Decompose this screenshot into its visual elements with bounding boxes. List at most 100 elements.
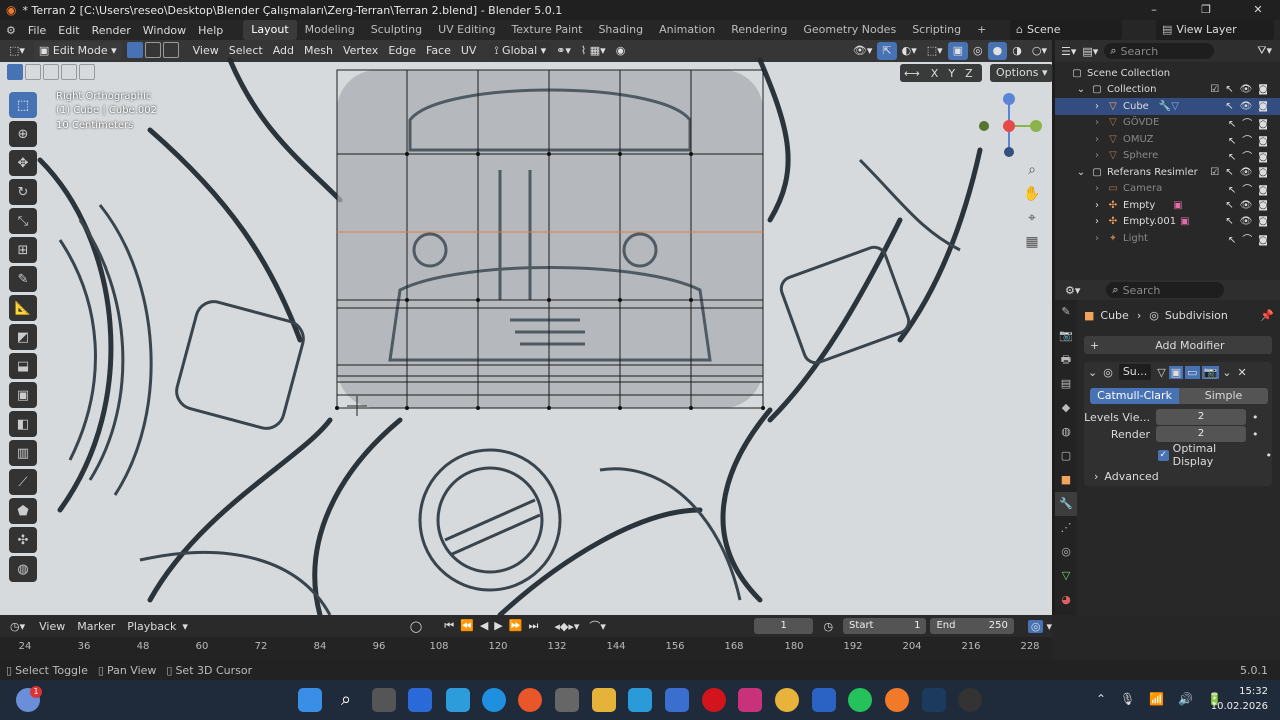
chevron-right-icon[interactable]: › (1091, 134, 1103, 145)
bevel-tool-icon[interactable]: ◧ (9, 411, 37, 437)
shading-solid-icon[interactable]: ● (987, 42, 1008, 60)
auto-keying-icon[interactable]: ◯ (410, 620, 422, 633)
properties-editor-icon[interactable]: ⚙▾ (1065, 284, 1080, 297)
current-frame-field[interactable]: 1 (753, 618, 814, 634)
collection-tab-icon[interactable]: ▢ (1055, 444, 1077, 468)
editor-type-icon[interactable]: ⬚▾ (4, 42, 30, 60)
chevron-right-icon[interactable]: › (1091, 200, 1103, 211)
tool-tab-icon[interactable]: ✎ (1055, 300, 1077, 324)
material-tab-icon[interactable]: ◕ (1055, 588, 1077, 612)
workspace-tab-uv-editing[interactable]: UV Editing (430, 20, 503, 40)
outliner-search-input[interactable]: ⌕ Search (1104, 43, 1215, 59)
menu-add[interactable]: Add (268, 42, 299, 60)
3d-viewport[interactable]: ⌕ ✋ ⌖ ▦ (0, 40, 1052, 615)
select-subtract-icon[interactable] (43, 64, 59, 80)
navigation-gizmo[interactable] (975, 90, 1045, 160)
snap-icon[interactable]: ⌇ ▦▾ (576, 42, 611, 60)
render-toggle-icon[interactable]: 📷 (1201, 365, 1220, 379)
row-visibility-icons[interactable]: ↖⌒◙ (1228, 231, 1274, 246)
end-frame-field[interactable]: End 250 (930, 618, 1014, 634)
browser-app-icon[interactable] (482, 688, 506, 712)
workspace-tab-scripting[interactable]: Scripting (904, 20, 969, 40)
select-intersect-icon[interactable] (79, 64, 95, 80)
github-app-icon[interactable] (958, 688, 982, 712)
workspace-tab-shading[interactable]: Shading (590, 20, 651, 40)
vertex-select-icon[interactable] (126, 41, 143, 58)
levels-viewport-field[interactable]: 2 (1156, 409, 1246, 425)
outliner-row-scene-collection[interactable]: ▢ Scene Collection (1055, 65, 1280, 82)
mail-app-icon[interactable] (812, 688, 836, 712)
jump-start-icon[interactable]: ⏮ (444, 619, 460, 632)
menu-render[interactable]: Render (86, 24, 137, 37)
workspace-tab-animation[interactable]: Animation (651, 20, 723, 40)
outliner-row-empty-001[interactable]: › ✣ Empty.001 ▣ ↖👁◙ (1055, 214, 1280, 231)
physics-tab-icon[interactable]: ◎ (1055, 540, 1077, 564)
start-button-icon[interactable] (298, 688, 322, 712)
pin-icon[interactable]: 📌 (1260, 309, 1274, 322)
visibility-icon[interactable]: 👁▾ (848, 42, 878, 60)
steam-app-icon[interactable] (922, 688, 946, 712)
scene-selector[interactable]: ⌂ Scene (1010, 20, 1122, 40)
keyframe-dot-icon[interactable]: • (1252, 411, 1259, 424)
pivot-point-icon[interactable]: ⚭▾ (551, 42, 576, 60)
workspace-tab-layout[interactable]: Layout (243, 20, 297, 40)
chevron-down-icon[interactable]: ⌄ (1075, 167, 1087, 178)
outliner-editor-icon[interactable]: ☰▾ (1061, 45, 1076, 58)
mesh-edit-overlay-icon[interactable]: ⬚▾ (922, 42, 948, 60)
modifier-name-field[interactable]: Su... (1118, 364, 1152, 380)
transform-tool-icon[interactable]: ⊞ (9, 237, 37, 263)
maximize-button[interactable]: ❐ (1188, 0, 1224, 20)
instagram-app-icon[interactable] (738, 688, 762, 712)
chevron-right-icon[interactable]: › (1091, 233, 1103, 244)
proportional-edit-icon[interactable]: ◉ (611, 42, 631, 60)
smooth-tool-icon[interactable]: ◍ (9, 556, 37, 582)
gizmo-toggle-icon[interactable]: ⇱ (877, 42, 897, 60)
poly-build-tool-icon[interactable]: ⬟ (9, 498, 37, 524)
overlay-toggle-icon[interactable]: ◐▾ (897, 42, 922, 60)
shading-material-icon[interactable]: ◑ (1007, 42, 1027, 60)
prev-keyframe-icon[interactable]: ⏪ (460, 619, 480, 632)
task-view-icon[interactable] (372, 688, 396, 712)
add-modifier-button[interactable]: + Add Modifier (1084, 336, 1272, 354)
viewport-toggle-icon[interactable]: ▭ (1185, 365, 1200, 379)
search-icon[interactable]: ⌕ (334, 688, 358, 712)
menu-edge[interactable]: Edge (383, 42, 421, 60)
menu-window[interactable]: Window (137, 24, 192, 37)
spin-tool-icon[interactable]: ✣ (9, 527, 37, 553)
timeline-menu-marker[interactable]: Marker (71, 620, 121, 633)
opera-app-icon[interactable] (702, 688, 726, 712)
pan-hand-icon[interactable]: ✋ (1022, 186, 1042, 210)
outliner-row-camera[interactable]: › ▭ Camera ↖⌒◙ (1055, 181, 1280, 198)
camera-view-icon[interactable]: ⌖ (1022, 210, 1042, 234)
inset-tool-icon[interactable]: ▣ (9, 382, 37, 408)
edge-app-icon[interactable] (446, 688, 470, 712)
jump-end-icon[interactable]: ⏭ (528, 619, 544, 632)
measure-tool-icon[interactable]: 📐 (9, 295, 37, 321)
edge-select-icon[interactable] (144, 41, 161, 58)
options-button[interactable]: Options ▾ (990, 64, 1054, 82)
transform-orientation-selector[interactable]: ⟟ Global ▾ (489, 42, 552, 60)
select-extend-icon[interactable] (25, 64, 41, 80)
object-tab-icon[interactable]: ■ (1055, 468, 1077, 492)
zoom-icon[interactable]: ⌕ (1022, 162, 1042, 186)
timeline-overlay-icon[interactable]: ◎ (1027, 619, 1044, 633)
world-tab-icon[interactable]: ◍ (1055, 420, 1077, 444)
xray-toggle-icon[interactable]: ▣ (947, 42, 969, 60)
select-invert-icon[interactable] (61, 64, 77, 80)
cursor-tool-icon[interactable]: ⊕ (9, 121, 37, 147)
keyframe-nav-icons[interactable]: ◂◆▸▾ (554, 620, 579, 633)
workspace-tab-sculpting[interactable]: Sculpting (363, 20, 430, 40)
menu-vertex[interactable]: Vertex (338, 42, 383, 60)
simple-option[interactable]: Simple (1179, 388, 1268, 404)
workspace-tab-modeling[interactable]: Modeling (297, 20, 363, 40)
mirror-y-toggle[interactable]: Y (948, 67, 955, 80)
menu-select[interactable]: Select (224, 42, 268, 60)
outliner-row-referans-resimler[interactable]: ⌄ ▢ Referans Resimler ☑↖👁◙ (1055, 164, 1280, 181)
select-box-tool-icon[interactable]: ⬚ (9, 92, 37, 118)
shading-wireframe-icon[interactable]: ◎ (968, 42, 988, 60)
keyframe-dot-icon[interactable]: • (1252, 428, 1259, 441)
menu-file[interactable]: File (22, 24, 52, 37)
modifier-tab-icon[interactable]: 🔧 (1055, 492, 1077, 516)
start-frame-field[interactable]: Start 1 (843, 618, 927, 634)
edit-cage-icon[interactable]: ▽ (1157, 366, 1165, 379)
